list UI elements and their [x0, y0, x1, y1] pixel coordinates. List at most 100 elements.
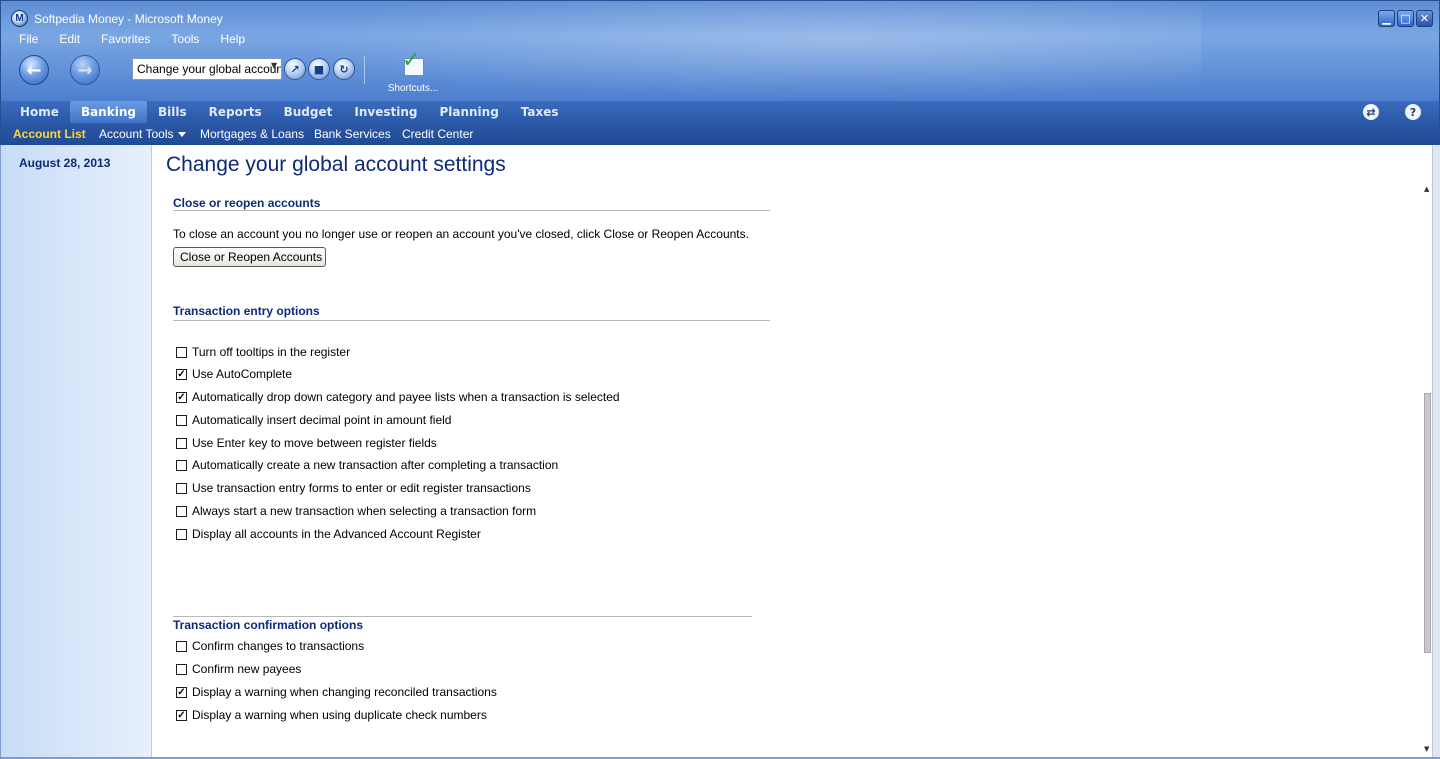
scroll-up-icon[interactable]: ▲: [1424, 185, 1429, 193]
checkbox[interactable]: [176, 640, 187, 652]
option-label: Display a warning when changing reconcil…: [192, 685, 497, 699]
sub-navigation: Account List Account Tools Mortgages & L…: [0, 123, 1440, 145]
subnav-bank-services[interactable]: Bank Services: [314, 127, 391, 141]
refresh-button[interactable]: ↻: [333, 58, 355, 80]
arrow-left-icon: ←: [26, 59, 42, 81]
option-entry-forms[interactable]: Use transaction entry forms to enter or …: [176, 481, 531, 495]
go-button[interactable]: ↗: [284, 58, 306, 80]
maximize-button[interactable]: □: [1397, 10, 1414, 27]
current-date: August 28, 2013: [19, 156, 111, 170]
shortcuts-icon: ✓: [400, 50, 426, 78]
checkbox[interactable]: [176, 437, 187, 449]
option-label: Display a warning when using duplicate c…: [192, 708, 487, 722]
tab-banking[interactable]: Banking: [69, 101, 147, 123]
option-warn-reconciled[interactable]: ✓ Display a warning when changing reconc…: [176, 685, 497, 699]
title-bar: M Softpedia Money - Microsoft Money ▁ □ …: [1, 1, 1439, 35]
option-enter-key-move[interactable]: Use Enter key to move between register f…: [176, 436, 437, 450]
main-content: Change your global account settings Clos…: [152, 145, 1422, 757]
vertical-scrollbar[interactable]: ▲ ▼: [1422, 145, 1432, 757]
option-label: Automatically create a new transaction a…: [192, 458, 559, 472]
subnav-mortgages-loans[interactable]: Mortgages & Loans: [200, 127, 304, 141]
option-label: Confirm changes to transactions: [192, 639, 365, 653]
subnav-account-tools[interactable]: Account Tools: [99, 127, 186, 141]
tab-bills[interactable]: Bills: [147, 101, 198, 123]
page-title: Change your global account settings: [166, 153, 506, 176]
dropdown-arrow-icon[interactable]: ▼: [271, 61, 277, 70]
close-reopen-accounts-button[interactable]: Close or Reopen Accounts: [173, 247, 326, 267]
checkbox[interactable]: ✓: [176, 686, 187, 698]
option-confirm-new-payees[interactable]: Confirm new payees: [176, 662, 301, 676]
option-use-autocomplete[interactable]: ✓ Use AutoComplete: [176, 367, 292, 381]
minimize-button[interactable]: ▁: [1378, 10, 1395, 27]
toolbar: ← → Change your global account ▼ ↗ ■ ↻ ✓…: [19, 50, 519, 94]
checkbox[interactable]: [176, 414, 187, 426]
help-icon[interactable]: ?: [1405, 104, 1421, 120]
switch-view-icon[interactable]: ⇄: [1363, 104, 1379, 120]
subnav-account-tools-label: Account Tools: [99, 127, 174, 141]
option-warn-duplicate-check[interactable]: ✓ Display a warning when using duplicate…: [176, 708, 487, 722]
subnav-account-list[interactable]: Account List: [13, 127, 86, 141]
address-box[interactable]: Change your global account: [132, 58, 282, 80]
close-reopen-description: To close an account you no longer use or…: [173, 227, 749, 241]
tab-planning[interactable]: Planning: [428, 101, 509, 123]
checkbox[interactable]: [176, 346, 187, 358]
checkbox[interactable]: [176, 459, 187, 471]
option-label: Turn off tooltips in the register: [192, 345, 351, 359]
tab-budget[interactable]: Budget: [273, 101, 344, 123]
section-close-reopen-title: Close or reopen accounts: [173, 196, 321, 210]
left-pane: August 28, 2013: [0, 145, 152, 759]
tab-investing[interactable]: Investing: [343, 101, 428, 123]
menu-tools[interactable]: Tools: [171, 32, 199, 46]
option-label: Use Enter key to move between register f…: [192, 436, 437, 450]
stop-button[interactable]: ■: [308, 58, 330, 80]
option-auto-dropdown-lists[interactable]: ✓ Automatically drop down category and p…: [176, 390, 620, 404]
window-title: Softpedia Money - Microsoft Money: [34, 12, 223, 26]
shortcuts-button[interactable]: ✓ Shortcuts...: [383, 50, 443, 95]
section-divider: [173, 616, 752, 617]
option-label: Automatically drop down category and pay…: [192, 390, 620, 404]
checkbox[interactable]: ✓: [176, 391, 187, 403]
back-button[interactable]: ←: [19, 55, 49, 85]
option-label: Display all accounts in the Advanced Acc…: [192, 527, 481, 541]
option-label: Confirm new payees: [192, 662, 302, 676]
option-turn-off-tooltips[interactable]: Turn off tooltips in the register: [176, 345, 350, 359]
arrow-right-icon: →: [77, 59, 93, 81]
refresh-icon: ↻: [339, 62, 349, 76]
tab-taxes[interactable]: Taxes: [510, 101, 570, 123]
section-divider: [173, 320, 770, 321]
window-header: M Softpedia Money - Microsoft Money ▁ □ …: [0, 0, 1440, 102]
main-tabs: Home Banking Bills Reports Budget Invest…: [0, 101, 1440, 123]
menu-help[interactable]: Help: [220, 32, 245, 46]
forward-button[interactable]: →: [70, 55, 100, 85]
menu-edit[interactable]: Edit: [59, 32, 80, 46]
option-label: Automatically insert decimal point in am…: [192, 413, 452, 427]
checkbox[interactable]: [176, 505, 187, 517]
option-auto-create-transaction[interactable]: Automatically create a new transaction a…: [176, 458, 558, 472]
menu-bar: File Edit Favorites Tools Help: [19, 32, 266, 46]
window-controls: ▁ □ ✕: [1378, 10, 1433, 27]
scrollbar-thumb[interactable]: [1424, 393, 1431, 653]
checkbox[interactable]: ✓: [176, 709, 187, 721]
checkbox[interactable]: [176, 482, 187, 494]
close-button[interactable]: ✕: [1416, 10, 1433, 27]
tab-home[interactable]: Home: [9, 101, 70, 123]
section-confirm-options-title: Transaction confirmation options: [173, 618, 364, 632]
tab-reports[interactable]: Reports: [198, 101, 273, 123]
section-entry-options-title: Transaction entry options: [173, 304, 320, 318]
checkbox[interactable]: ✓: [176, 368, 187, 380]
option-auto-decimal-point[interactable]: Automatically insert decimal point in am…: [176, 413, 451, 427]
option-display-all-accounts[interactable]: Display all accounts in the Advanced Acc…: [176, 527, 481, 541]
option-confirm-changes[interactable]: Confirm changes to transactions: [176, 639, 364, 653]
option-always-new-transaction[interactable]: Always start a new transaction when sele…: [176, 504, 536, 518]
menu-file[interactable]: File: [19, 32, 38, 46]
subnav-credit-center[interactable]: Credit Center: [402, 127, 473, 141]
checkbox[interactable]: [176, 528, 187, 540]
menu-favorites[interactable]: Favorites: [101, 32, 150, 46]
checkbox[interactable]: [176, 663, 187, 675]
app-logo-icon: M: [11, 10, 28, 27]
stop-icon: ■: [313, 62, 325, 76]
section-divider: [173, 210, 770, 211]
scroll-down-icon[interactable]: ▼: [1424, 745, 1429, 753]
option-label: Use transaction entry forms to enter or …: [192, 481, 531, 495]
caret-down-icon: [177, 132, 186, 137]
